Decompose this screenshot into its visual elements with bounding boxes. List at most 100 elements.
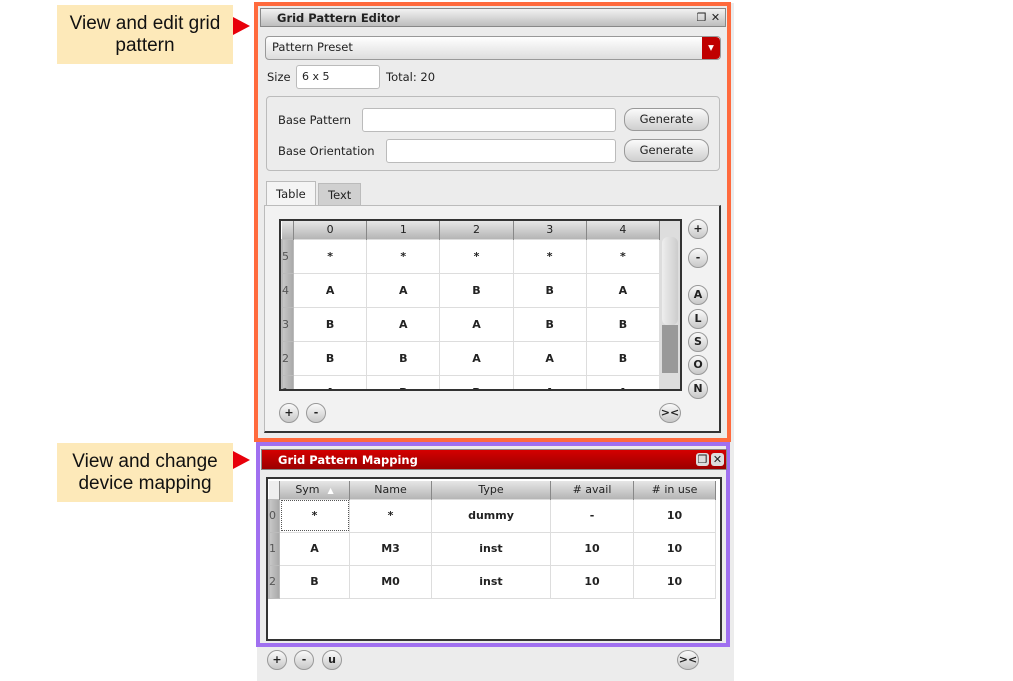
- mapping-cell[interactable]: dummy: [431, 498, 551, 533]
- grid-cell[interactable]: *: [585, 238, 661, 274]
- add-row-button[interactable]: +: [279, 403, 299, 423]
- row-header[interactable]: 4: [281, 272, 295, 308]
- column-header[interactable]: 1: [366, 221, 441, 239]
- s-button[interactable]: S: [688, 332, 708, 352]
- scrollbar-track[interactable]: [662, 325, 678, 373]
- row-header[interactable]: 0: [268, 498, 280, 533]
- grid-cell[interactable]: B: [293, 340, 368, 376]
- grid-cell[interactable]: A: [293, 272, 368, 308]
- grid-cell[interactable]: B: [585, 340, 661, 376]
- scrollbar-thumb[interactable]: [662, 237, 678, 325]
- base-pattern-input[interactable]: [362, 108, 616, 132]
- a-button[interactable]: A: [688, 285, 708, 305]
- l-button[interactable]: L: [688, 309, 708, 329]
- column-header-label: # avail: [572, 483, 612, 497]
- restore-icon[interactable]: ❐: [695, 11, 708, 24]
- mapping-cell[interactable]: *: [349, 498, 432, 533]
- remove-column-button[interactable]: -: [688, 248, 708, 268]
- o-button[interactable]: O: [688, 355, 708, 375]
- grid-cell[interactable]: B: [439, 374, 514, 389]
- close-icon[interactable]: ✕: [711, 453, 724, 466]
- grid-cell[interactable]: B: [439, 272, 514, 308]
- mapping-cell[interactable]: *: [279, 498, 350, 533]
- callout-edit-grid: View and edit grid pattern: [57, 5, 233, 64]
- table-row: 2BBAAB: [281, 340, 661, 376]
- n-button[interactable]: N: [688, 379, 708, 399]
- grid-cell[interactable]: A: [366, 306, 441, 342]
- grid-cell[interactable]: A: [512, 374, 587, 389]
- grid-cell[interactable]: A: [512, 340, 587, 376]
- mapping-title-bar: Grid Pattern Mapping ❐ ✕: [261, 449, 727, 470]
- close-icon[interactable]: ✕: [709, 11, 722, 24]
- grid-cell[interactable]: B: [366, 340, 441, 376]
- tab-text[interactable]: Text: [318, 183, 362, 206]
- grid-cell[interactable]: A: [293, 374, 368, 389]
- restore-icon[interactable]: ❐: [696, 453, 709, 466]
- mapping-cell[interactable]: 10: [633, 564, 716, 599]
- row-header[interactable]: 2: [268, 564, 280, 599]
- grid-cell[interactable]: B: [512, 306, 587, 342]
- grid-cell[interactable]: *: [366, 238, 441, 274]
- grid-cell[interactable]: *: [293, 238, 368, 274]
- pattern-preset-dropdown[interactable]: Pattern Preset ▾: [265, 36, 721, 60]
- mapping-cell[interactable]: 10: [633, 498, 716, 533]
- mapping-cell[interactable]: M0: [349, 564, 432, 599]
- grid-cell[interactable]: A: [585, 374, 661, 389]
- grid-cell[interactable]: A: [439, 340, 514, 376]
- row-header[interactable]: 3: [281, 306, 295, 342]
- generate-pattern-button[interactable]: Generate: [624, 108, 709, 131]
- add-column-button[interactable]: +: [688, 219, 708, 239]
- grid-cell[interactable]: *: [439, 238, 514, 274]
- size-label: Size: [267, 70, 291, 84]
- column-header[interactable]: Sym ▲: [279, 481, 350, 499]
- size-input[interactable]: 6 x 5: [296, 65, 380, 89]
- column-header[interactable]: 4: [586, 221, 661, 239]
- collapse-mapping-button[interactable]: ><: [677, 650, 699, 670]
- grid-cell[interactable]: B: [293, 306, 368, 342]
- arrow-icon: [233, 17, 250, 35]
- callout-device-mapping: View and change device mapping: [57, 443, 233, 502]
- collapse-button[interactable]: ><: [659, 403, 681, 423]
- grid-cell[interactable]: A: [585, 272, 661, 308]
- row-header[interactable]: 1: [268, 531, 280, 566]
- editor-title-bar: Grid Pattern Editor ❐ ✕: [260, 8, 726, 27]
- column-header[interactable]: Type: [431, 481, 551, 499]
- table-row: 2 B M0 inst 10 10: [268, 564, 716, 599]
- grid-cell[interactable]: *: [512, 238, 587, 274]
- corner-header: [281, 221, 295, 239]
- column-header[interactable]: Name: [349, 481, 432, 499]
- grid-cell[interactable]: B: [512, 272, 587, 308]
- generate-orientation-button[interactable]: Generate: [624, 139, 709, 162]
- row-header[interactable]: 1: [281, 374, 295, 389]
- mapping-cell[interactable]: inst: [431, 564, 551, 599]
- column-header[interactable]: # avail: [550, 481, 634, 499]
- update-mapping-button[interactable]: u: [322, 650, 342, 670]
- editor-title: Grid Pattern Editor: [277, 11, 400, 25]
- remove-mapping-button[interactable]: -: [294, 650, 314, 670]
- base-orientation-input[interactable]: [386, 139, 616, 163]
- grid-cell[interactable]: A: [366, 272, 441, 308]
- mapping-cell[interactable]: A: [279, 531, 350, 566]
- column-header[interactable]: 0: [293, 221, 368, 239]
- mapping-cell[interactable]: -: [550, 498, 634, 533]
- column-header-label: Sym: [295, 483, 320, 497]
- row-header[interactable]: 2: [281, 340, 295, 376]
- grid-cell[interactable]: B: [366, 374, 441, 389]
- column-header[interactable]: 3: [513, 221, 587, 239]
- grid-cell[interactable]: B: [585, 306, 661, 342]
- base-pattern-label: Base Pattern: [278, 113, 352, 127]
- tab-table[interactable]: Table: [266, 181, 316, 206]
- grid-cell[interactable]: A: [439, 306, 514, 342]
- row-header[interactable]: 5: [281, 238, 295, 274]
- mapping-cell[interactable]: 10: [633, 531, 716, 566]
- grid-scrollbar[interactable]: [660, 221, 680, 389]
- mapping-cell[interactable]: B: [279, 564, 350, 599]
- column-header[interactable]: 2: [439, 221, 514, 239]
- add-mapping-button[interactable]: +: [267, 650, 287, 670]
- mapping-cell[interactable]: inst: [431, 531, 551, 566]
- mapping-cell[interactable]: 10: [550, 564, 634, 599]
- mapping-cell[interactable]: M3: [349, 531, 432, 566]
- remove-row-button[interactable]: -: [306, 403, 326, 423]
- mapping-cell[interactable]: 10: [550, 531, 634, 566]
- column-header[interactable]: # in use: [633, 481, 716, 499]
